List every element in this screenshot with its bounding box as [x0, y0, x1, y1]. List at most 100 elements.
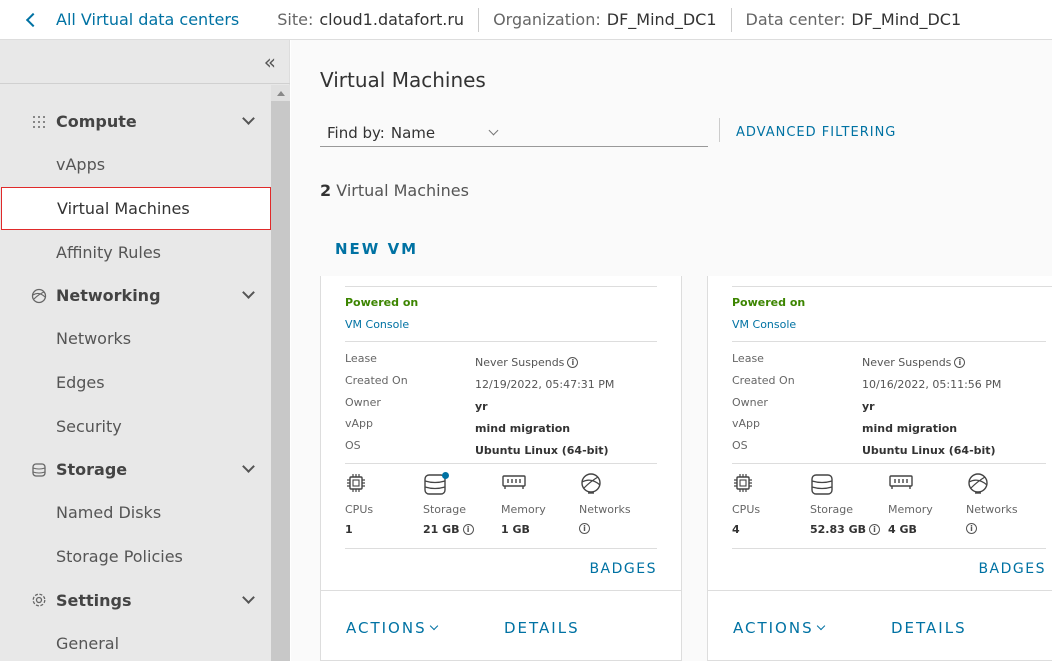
sidebar-item-virtual-machines[interactable]: Virtual Machines [1, 186, 271, 231]
org-value: DF_Mind_DC1 [606, 10, 717, 29]
advanced-filtering-button[interactable]: ADVANCED FILTERING [736, 125, 896, 140]
networks-resource: Networks i [579, 472, 657, 536]
info-icon[interactable]: i [954, 357, 966, 369]
vapp-label: vApp [345, 417, 373, 431]
details-button[interactable]: DETAILS [891, 619, 967, 637]
memory-resource: Memory 4 GB [888, 472, 966, 536]
storage-icon [423, 472, 501, 498]
main-content: Virtual Machines Find by: Name ADVANCED … [291, 40, 1052, 661]
nav-group-settings[interactable]: Settings [0, 579, 271, 622]
networks-resource: Networks i [966, 472, 1044, 536]
vm-properties: Lease Never Suspends i Created On 12/19/202… [345, 352, 614, 461]
actions-label: ACTIONS [733, 619, 814, 637]
cpus-resource: CPUs 1 [345, 472, 423, 536]
lease-label: Lease [345, 352, 377, 365]
divider [719, 118, 720, 142]
nav-group-storage[interactable]: Storage [0, 448, 271, 491]
badges-button[interactable]: BADGES [978, 561, 1046, 577]
storage-label: Storage [423, 503, 467, 516]
cpus-resource: CPUs 4 [732, 472, 810, 536]
os-label: OS [732, 439, 748, 453]
badges-button[interactable]: BADGES [589, 561, 657, 577]
nav-group-label: Storage [56, 460, 128, 480]
cpu-icon [732, 472, 810, 498]
cpus-label: CPUs [345, 503, 374, 516]
networks-value: i [579, 523, 657, 534]
vm-resources: CPUs 4 Storage 52.83 GB i Memory 4 GB Net… [732, 472, 1044, 536]
site-label: Site: [277, 10, 314, 29]
memory-label: Memory [501, 503, 546, 516]
info-icon[interactable]: i [462, 524, 474, 535]
actions-dropdown[interactable]: ACTIONS [346, 619, 438, 637]
new-vm-button[interactable]: NEW VM [335, 240, 418, 258]
top-bar: All Virtual data centers Site: cloud1.da… [0, 0, 1052, 40]
network-icon [579, 472, 657, 498]
chevron-down-icon [242, 286, 255, 299]
find-by-label: Find by: [327, 124, 385, 142]
vm-card: Powered on VM Console Lease Never Suspend… [320, 276, 682, 661]
storage-resource: Storage 21 GB i [423, 472, 501, 536]
find-by-select[interactable]: Find by: Name [320, 120, 708, 147]
info-icon[interactable]: i [567, 357, 579, 369]
power-status: Powered on [732, 296, 806, 309]
collapse-sidebar-button[interactable]: « [264, 50, 276, 74]
divider [345, 286, 657, 287]
vm-console-link[interactable]: VM Console [345, 318, 409, 331]
sidebar-scrollbar[interactable] [271, 85, 290, 661]
nav-group-networking[interactable]: Networking [0, 274, 271, 317]
vm-count-label: Virtual Machines [336, 181, 469, 200]
chevron-down-icon [242, 460, 255, 473]
sidebar-nav: Compute vApps Virtual Machines Affinity … [0, 100, 271, 661]
sidebar-item-vapps[interactable]: vApps [0, 143, 271, 187]
lease-text: Never Suspends [475, 356, 565, 370]
memory-icon [501, 472, 579, 498]
cpus-label: CPUs [732, 503, 761, 516]
divider [732, 286, 1052, 287]
vm-console-link[interactable]: VM Console [732, 318, 796, 331]
info-icon[interactable]: i [966, 523, 977, 534]
sidebar-item-security[interactable]: Security [0, 404, 271, 448]
chevron-down-icon [429, 621, 438, 631]
details-button[interactable]: DETAILS [504, 619, 580, 637]
storage-icon [30, 461, 48, 479]
sidebar-item-affinity-rules[interactable]: Affinity Rules [0, 230, 271, 274]
lease-text: Never Suspends [862, 356, 952, 370]
sidebar-item-edges[interactable]: Edges [0, 361, 271, 405]
info-icon[interactable]: i [579, 523, 590, 534]
sidebar-item-networks[interactable]: Networks [0, 317, 271, 361]
created-on-value: 12/19/2022, 05:47:31 PM [475, 378, 615, 392]
gear-icon [30, 591, 48, 609]
find-by-value: Name [390, 124, 436, 142]
os-label: OS [345, 439, 361, 453]
nav-group-label: Compute [56, 112, 137, 131]
back-link[interactable]: All Virtual data centers [0, 10, 239, 29]
divider [730, 7, 732, 32]
os-value: Ubuntu Linux (64-bit) [862, 443, 996, 457]
cpus-value: 4 [732, 523, 740, 536]
scroll-up-button[interactable] [271, 85, 290, 101]
network-icon [966, 472, 1044, 498]
networks-value: i [966, 523, 1044, 534]
owner-label: Owner [345, 395, 381, 409]
storage-value: 52.83 GB i [810, 523, 888, 536]
org-label: Organization: [493, 10, 601, 29]
vm-count-number: 2 [320, 181, 332, 200]
vm-card: Powered on VM Console Lease Never Suspend… [707, 276, 1052, 661]
divider [732, 341, 1046, 342]
vm-properties: Lease Never Suspends i Created On 10/16/202… [732, 352, 1001, 461]
lease-value: Never Suspends i [862, 352, 966, 374]
sidebar-item-storage-policies[interactable]: Storage Policies [0, 535, 271, 579]
power-status: Powered on [345, 296, 419, 309]
created-on-label: Created On [345, 373, 408, 387]
sidebar-item-general[interactable]: General [0, 622, 271, 661]
info-icon[interactable]: i [869, 524, 881, 535]
divider [345, 341, 657, 342]
memory-value: 1 GB [501, 523, 530, 536]
vapp-value: mind migration [475, 421, 571, 435]
storage-label: Storage [810, 503, 854, 516]
lease-label: Lease [732, 352, 764, 365]
sidebar-item-named-disks[interactable]: Named Disks [0, 491, 271, 535]
nav-group-compute[interactable]: Compute [0, 100, 271, 143]
actions-dropdown[interactable]: ACTIONS [733, 619, 825, 637]
divider [732, 463, 1046, 464]
